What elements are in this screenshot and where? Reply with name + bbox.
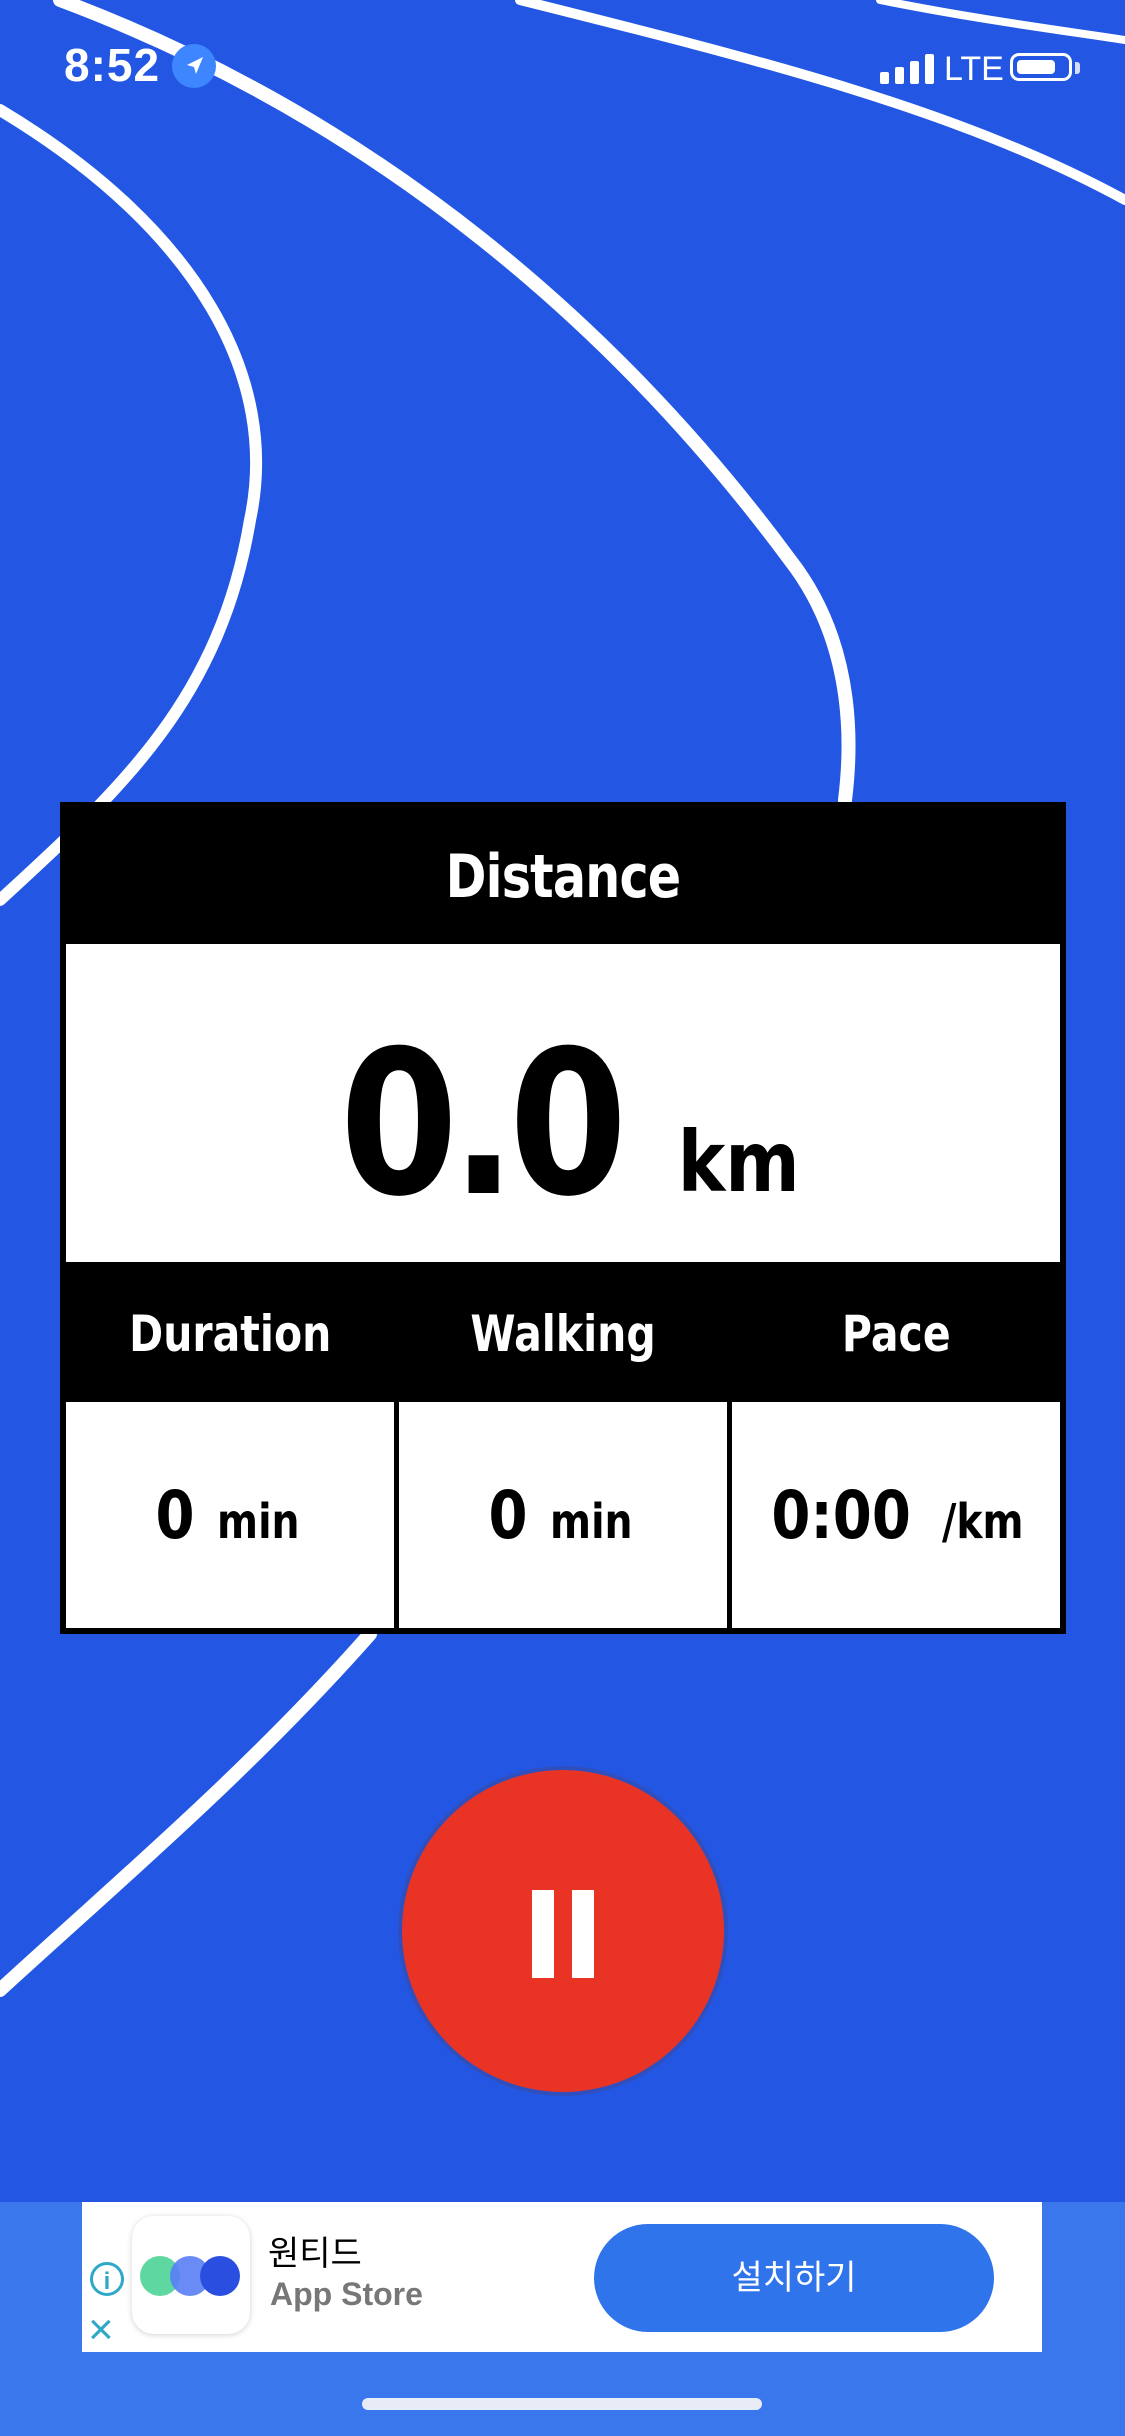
pace-value: 0:00 <box>771 1476 912 1554</box>
ad-banner[interactable]: i × 원티드 App Store 설치하기 <box>82 2202 1042 2352</box>
walking-value: 0 <box>488 1476 528 1554</box>
status-bar: 8:52 LTE <box>0 0 1125 140</box>
walking-panel: 0 min <box>399 1402 727 1628</box>
duration-value: 0 <box>155 1476 195 1554</box>
duration-unit: min <box>216 1494 300 1550</box>
info-icon[interactable]: i <box>90 2262 124 2296</box>
battery-tip <box>1075 62 1080 74</box>
pace-label: Pace <box>841 1305 951 1363</box>
ad-app-name: 원티드 <box>268 2235 362 2273</box>
network-type: LTE <box>944 50 1004 88</box>
ad-store-label: App Store <box>270 2276 423 2312</box>
app-logo-icon <box>132 2216 250 2334</box>
distance-label: Distance <box>445 842 682 912</box>
location-arrow-icon <box>172 44 216 88</box>
duration-label: Duration <box>128 1305 332 1363</box>
distance-panel: 0.0 km <box>66 944 1060 1262</box>
pause-button[interactable] <box>402 1770 724 2092</box>
walking-label: Walking <box>470 1305 656 1363</box>
home-indicator[interactable] <box>362 2398 762 2410</box>
distance-unit: km <box>678 1113 801 1211</box>
battery-icon <box>1010 53 1072 81</box>
distance-value: 0.0 <box>339 1008 628 1241</box>
close-icon[interactable]: × <box>88 2308 114 2352</box>
walking-unit: min <box>549 1494 633 1550</box>
pace-unit: /km <box>942 1494 1024 1550</box>
install-button[interactable]: 설치하기 <box>594 2224 994 2332</box>
pace-panel: 0:00 /km <box>732 1402 1060 1628</box>
duration-panel: 0 min <box>66 1402 394 1628</box>
status-time: 8:52 <box>64 39 161 91</box>
cellular-signal-icon <box>880 54 934 84</box>
workout-stats-card: Distance 0.0 km Duration Walking Pace 0 … <box>60 802 1066 1634</box>
